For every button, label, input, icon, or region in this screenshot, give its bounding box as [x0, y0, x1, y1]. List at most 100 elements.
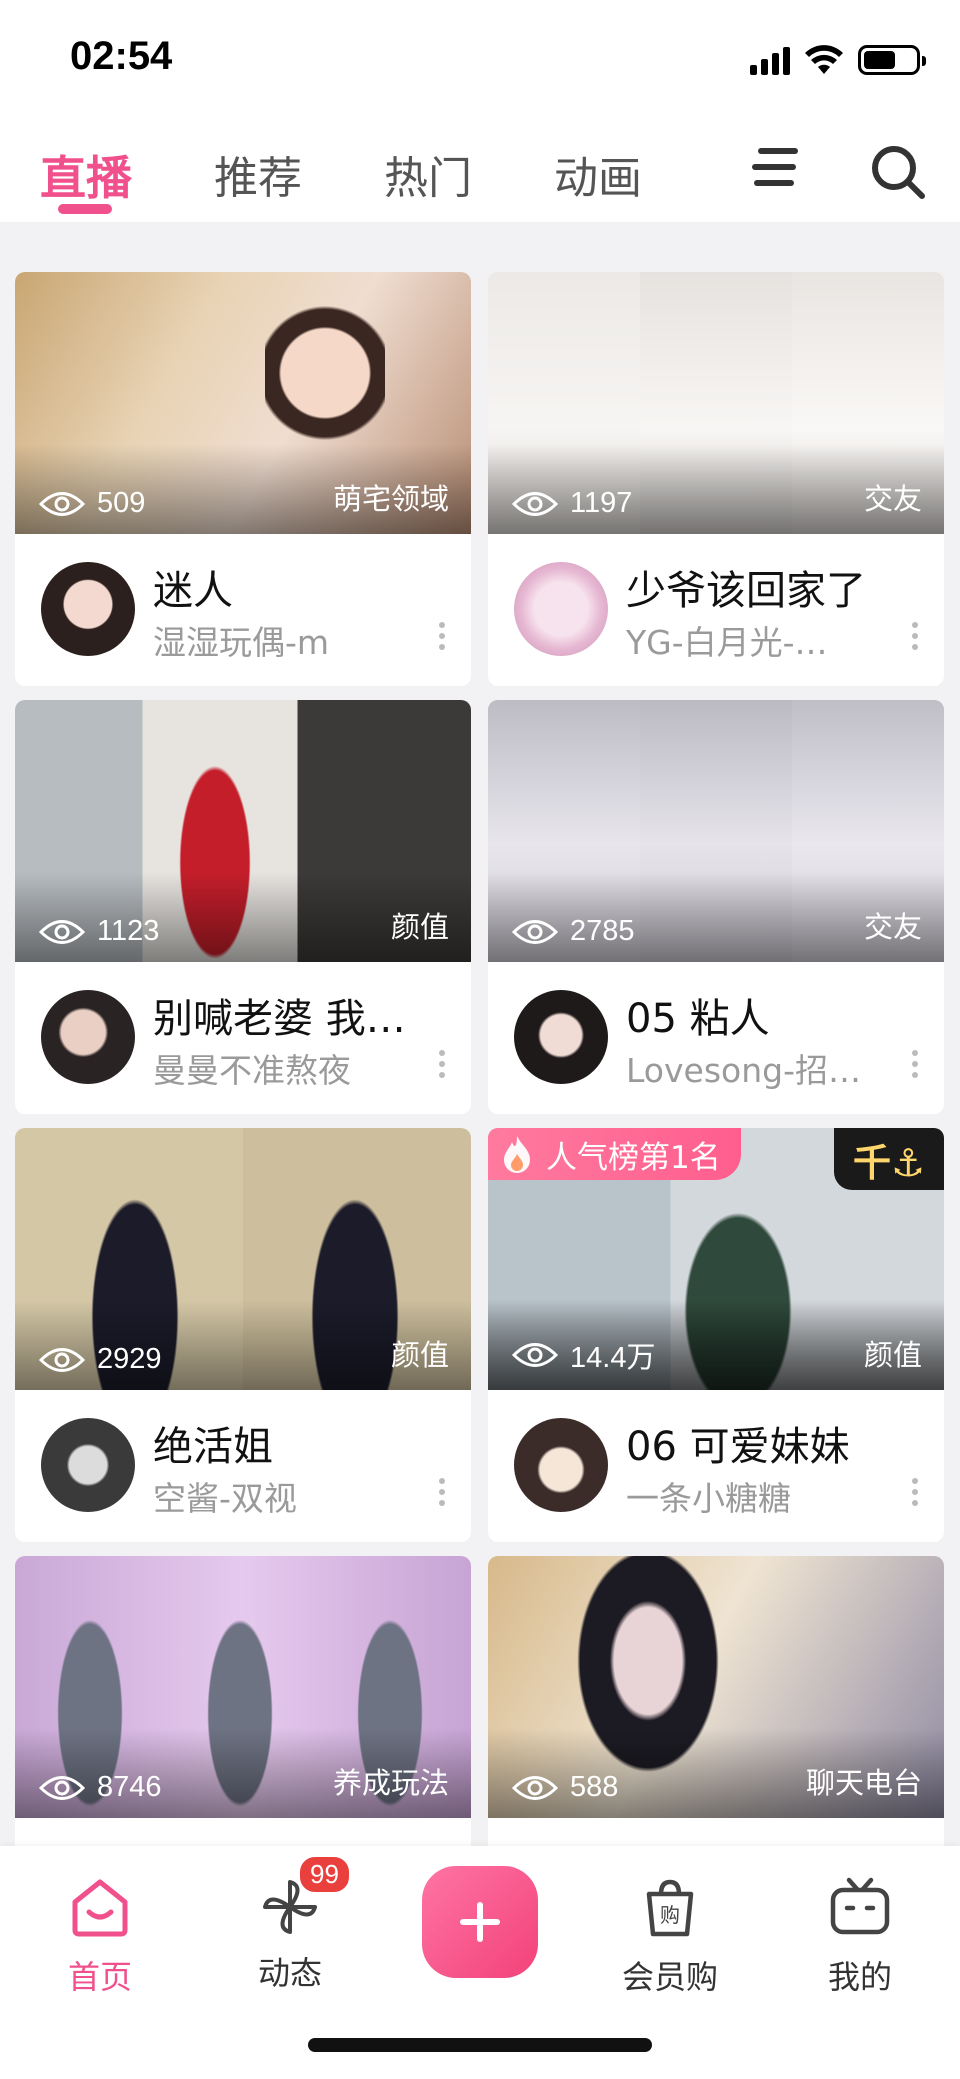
view-count: 588 [512, 1771, 618, 1804]
card-info: 迷人 湿湿玩偶-m [15, 534, 471, 686]
live-thumbnail: 588 聊天电台 [488, 1556, 944, 1818]
eye-icon [39, 491, 85, 516]
card-info: 05 粘人 Lovesong-招… [488, 962, 944, 1114]
home-indicator[interactable] [308, 2038, 652, 2052]
category-tag: 交友 [863, 910, 922, 944]
streamer-name: 一条小糖糖 [626, 1479, 791, 1518]
view-count-value: 2929 [97, 1343, 162, 1375]
active-tab-indicator [58, 204, 112, 214]
live-thumbnail: 1197 交友 [488, 272, 944, 534]
tab-live[interactable]: 直播 [40, 142, 132, 208]
view-count-value: 509 [97, 487, 146, 519]
view-count-value: 1197 [570, 487, 633, 519]
avatar[interactable] [41, 1418, 135, 1512]
subnav-strip [0, 222, 960, 236]
nav-feed-label: 动态 [257, 1954, 322, 1992]
category-tag: 颜值 [863, 1338, 922, 1372]
nav-me-label: 我的 [827, 1958, 892, 1996]
wifi-icon [805, 45, 843, 74]
nav-home[interactable]: 首页 [25, 1874, 175, 1998]
live-card[interactable]: 2929 颜值 绝活姐 空酱-双视 [15, 1128, 471, 1542]
live-card[interactable]: 2785 交友 05 粘人 Lovesong-招… [488, 700, 944, 1114]
live-card[interactable]: 1197 交友 少爷该回家了 YG-白月光-… [488, 272, 944, 686]
streamer-name: Lovesong-招… [626, 1051, 861, 1090]
eye-icon [512, 491, 558, 516]
home-icon [72, 1879, 128, 1937]
top-tab-bar: 直播 推荐 热门 动画 [0, 120, 960, 222]
card-info: 绝活姐 空酱-双视 [15, 1390, 471, 1542]
shopping-bag-icon: 购 [646, 1879, 694, 1937]
room-title: 绝活姐 [153, 1424, 273, 1470]
live-thumbnail: 1123 颜值 [15, 700, 471, 962]
streamer-name: 湿湿玩偶-m [153, 623, 330, 662]
nav-home-label: 首页 [67, 1958, 132, 1996]
category-tag: 颜值 [390, 1338, 449, 1372]
eye-icon [512, 1343, 558, 1367]
more-icon[interactable] [912, 1050, 920, 1080]
view-count: 8746 [39, 1771, 162, 1804]
svg-text:购: 购 [660, 1903, 680, 1927]
nav-shop[interactable]: 购 会员购 [595, 1874, 745, 1998]
popularity-rank-badge: 人气榜第1名 [488, 1128, 741, 1180]
card-info: 别喊老婆 我… 曼曼不准熬夜 [15, 962, 471, 1114]
view-count: 1123 [39, 915, 159, 948]
eye-icon [39, 1775, 85, 1800]
create-live-button[interactable] [422, 1866, 538, 1978]
category-tag: 养成玩法 [332, 1766, 449, 1800]
eye-icon [512, 1775, 558, 1800]
streamer-name: 空酱-双视 [153, 1479, 297, 1518]
more-icon[interactable] [912, 622, 920, 652]
more-icon[interactable] [439, 1478, 447, 1508]
view-count: 509 [39, 487, 145, 520]
plus-icon [460, 1902, 500, 1942]
tab-popular[interactable]: 热门 [384, 142, 472, 206]
view-count: 2785 [512, 915, 635, 948]
nav-me[interactable]: 我的 [785, 1874, 935, 1998]
eye-icon [39, 919, 85, 944]
room-title: 别喊老婆 我… [153, 996, 406, 1042]
avatar[interactable] [514, 990, 608, 1084]
view-count: 14.4万 [512, 1334, 655, 1376]
flame-icon [504, 1136, 530, 1173]
live-thumbnail: 2929 颜值 [15, 1128, 471, 1390]
view-count-value: 8746 [97, 1771, 162, 1803]
tv-icon [830, 1877, 890, 1935]
category-tag: 聊天电台 [805, 1766, 922, 1800]
live-card[interactable]: 1123 颜值 别喊老婆 我… 曼曼不准熬夜 [15, 700, 471, 1114]
card-info: 少爷该回家了 YG-白月光-… [488, 534, 944, 686]
view-count: 1197 [512, 487, 632, 520]
signal-icon [750, 45, 790, 75]
battery-icon [858, 45, 926, 75]
status-time: 02:54 [70, 34, 173, 78]
more-icon[interactable] [439, 622, 447, 652]
popularity-rank-text: 人气榜第1名 [546, 1139, 721, 1176]
live-card[interactable]: 509 萌宅领域 迷人 湿湿玩偶-m [15, 272, 471, 686]
room-title: 少爷该回家了 [626, 568, 866, 614]
live-card[interactable]: 人气榜第1名 千⚓ 14.4万 颜值 06 可爱妹妹 一条小糖糖 [488, 1128, 944, 1542]
avatar[interactable] [514, 562, 608, 656]
avatar[interactable] [41, 990, 135, 1084]
room-title: 05 粘人 [626, 996, 770, 1042]
category-tag: 萌宅领域 [332, 482, 449, 516]
room-title: 06 可爱妹妹 [626, 1424, 850, 1470]
avatar[interactable] [41, 562, 135, 656]
eye-icon [39, 1347, 85, 1372]
live-thumbnail: 8746 养成玩法 [15, 1556, 471, 1818]
guard-badge: 千⚓ [834, 1128, 944, 1190]
avatar[interactable] [514, 1418, 608, 1512]
menu-icon[interactable] [752, 148, 802, 198]
more-icon[interactable] [439, 1050, 447, 1080]
view-count-value: 588 [570, 1771, 619, 1803]
notification-badge: 99 [297, 1854, 352, 1895]
feed-icon-wrap: 99 [257, 1854, 352, 1940]
more-icon[interactable] [912, 1478, 920, 1508]
nav-feed[interactable]: 99 动态 [215, 1854, 365, 1994]
view-count-value: 2785 [570, 915, 635, 947]
tab-recommend[interactable]: 推荐 [214, 142, 302, 206]
tab-animation[interactable]: 动画 [554, 142, 642, 206]
view-count-value: 14.4万 [570, 1342, 656, 1374]
nav-shop-label: 会员购 [621, 1958, 718, 1996]
search-icon[interactable] [868, 142, 928, 202]
status-icons [750, 40, 926, 80]
category-tag: 颜值 [390, 910, 449, 944]
